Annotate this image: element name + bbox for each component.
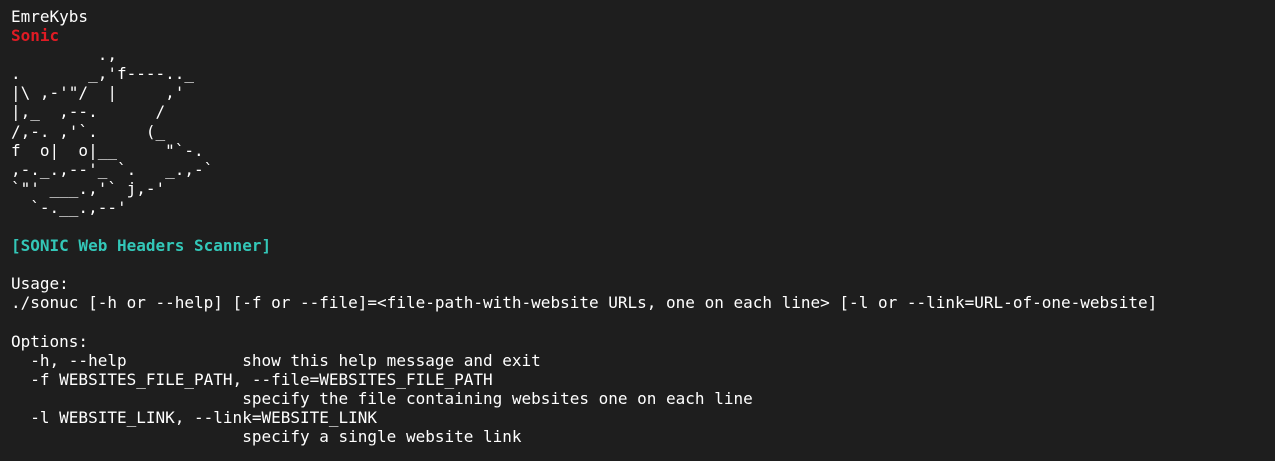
- ascii-art-line: |\ ,-'"/ | ,': [11, 83, 185, 103]
- terminal-output: EmreKybs Sonic ., . _,'f----.._ |\ ,-'"/…: [11, 7, 1271, 446]
- ascii-art: ., . _,'f----.._ |\ ,-'"/ | ,' |,_ ,--. …: [11, 45, 1271, 217]
- tool-name-line: Sonic: [11, 26, 60, 46]
- ascii-art-line: f o| o|__ "`-.: [11, 140, 204, 160]
- option-link-description: specify a single website link: [11, 427, 522, 447]
- ascii-art-line: . _,'f----.._: [11, 64, 195, 84]
- option-file: -f WEBSITES_FILE_PATH, --file=WEBSITES_F…: [11, 369, 493, 389]
- ascii-art-line: `"' ___.,'` j,-': [11, 178, 166, 198]
- option-file-description: specify the file containing websites one…: [11, 388, 753, 408]
- ascii-art-line: .,: [11, 45, 117, 65]
- ascii-art-line: ,-._.,--'_ `. _.,-`: [11, 159, 214, 179]
- usage-line: ./sonuc [-h or --help] [-f or --file]=<f…: [11, 293, 1158, 313]
- option-link: -l WEBSITE_LINK, --link=WEBSITE_LINK: [11, 407, 378, 427]
- author-line: EmreKybs: [11, 7, 89, 26]
- ascii-art-line: /,-. ,'`. (_: [11, 121, 166, 141]
- options-header: Options:: [11, 331, 89, 351]
- option-help: -h, --help show this help message and ex…: [11, 350, 541, 370]
- ascii-art-line: |,_ ,--. /: [11, 102, 166, 122]
- usage-header: Usage:: [11, 274, 69, 294]
- scanner-banner: [SONIC Web Headers Scanner]: [11, 236, 272, 256]
- ascii-art-line: `-.__.,--': [11, 197, 127, 217]
